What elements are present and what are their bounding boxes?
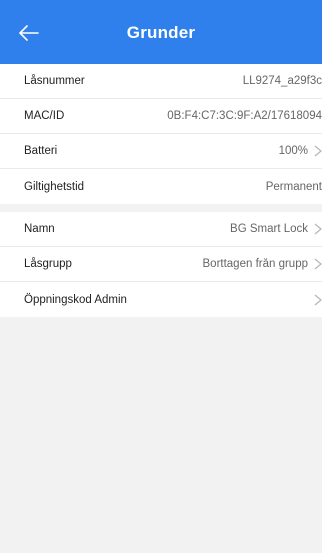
lock-number-value: LL9274_a29f3c [242,75,322,87]
row-value: Permanent [266,181,322,193]
page-title: Grunder [126,23,196,42]
mac-id-value: 0B:F4:C7:3C:9F:A2/17618094 [167,110,322,122]
chevron-right-icon [314,223,322,235]
chevron-right-icon [314,294,322,305]
row-value: 100% [279,145,322,157]
row-label: Giltighetstid [24,180,85,193]
row-label: Öppningskod Admin [24,293,127,306]
admin-passcode-row[interactable]: Öppningskod Admin [0,282,322,317]
battery-value: 100% [278,145,308,157]
row-value [308,294,322,306]
back-button[interactable] [14,18,44,48]
arrow-left-icon [19,25,39,41]
row-label: Namn [24,223,55,235]
lock-group-row[interactable]: Låsgrupp Borttagen från grupp [0,247,322,282]
row-label: Batteri [24,145,58,157]
lock-info-group: Låsnummer LL9274_a29f3c MAC/ID 0B:F4:C7:… [0,64,322,204]
lock-settings-group: Namn BG Smart Lock Låsgrupp Borttagen fr… [0,212,322,317]
row-value: LL9274_a29f3c [243,75,322,87]
battery-row[interactable]: Batteri 100% [0,134,322,169]
chevron-right-icon [314,258,322,270]
row-value: 0B:F4:C7:3C:9F:A2/17618094 [167,110,322,122]
row-label: Låsgrupp [24,258,72,270]
row-value: BG Smart Lock [230,223,322,235]
mac-id-row: MAC/ID 0B:F4:C7:3C:9F:A2/17618094 [0,99,322,134]
chevron-right-icon [314,145,322,157]
top-bar: Grunder [0,0,322,64]
validity-row: Giltighetstid Permanent [0,169,322,204]
lock-group-value: Borttagen från grupp [202,258,309,270]
row-value: Borttagen från grupp [203,258,322,270]
lock-number-row: Låsnummer LL9274_a29f3c [0,64,322,99]
row-label: Låsnummer [24,75,85,87]
name-row[interactable]: Namn BG Smart Lock [0,212,322,247]
lock-name-value: BG Smart Lock [230,223,308,235]
row-label: MAC/ID [24,110,65,122]
validity-value: Permanent [265,180,322,193]
